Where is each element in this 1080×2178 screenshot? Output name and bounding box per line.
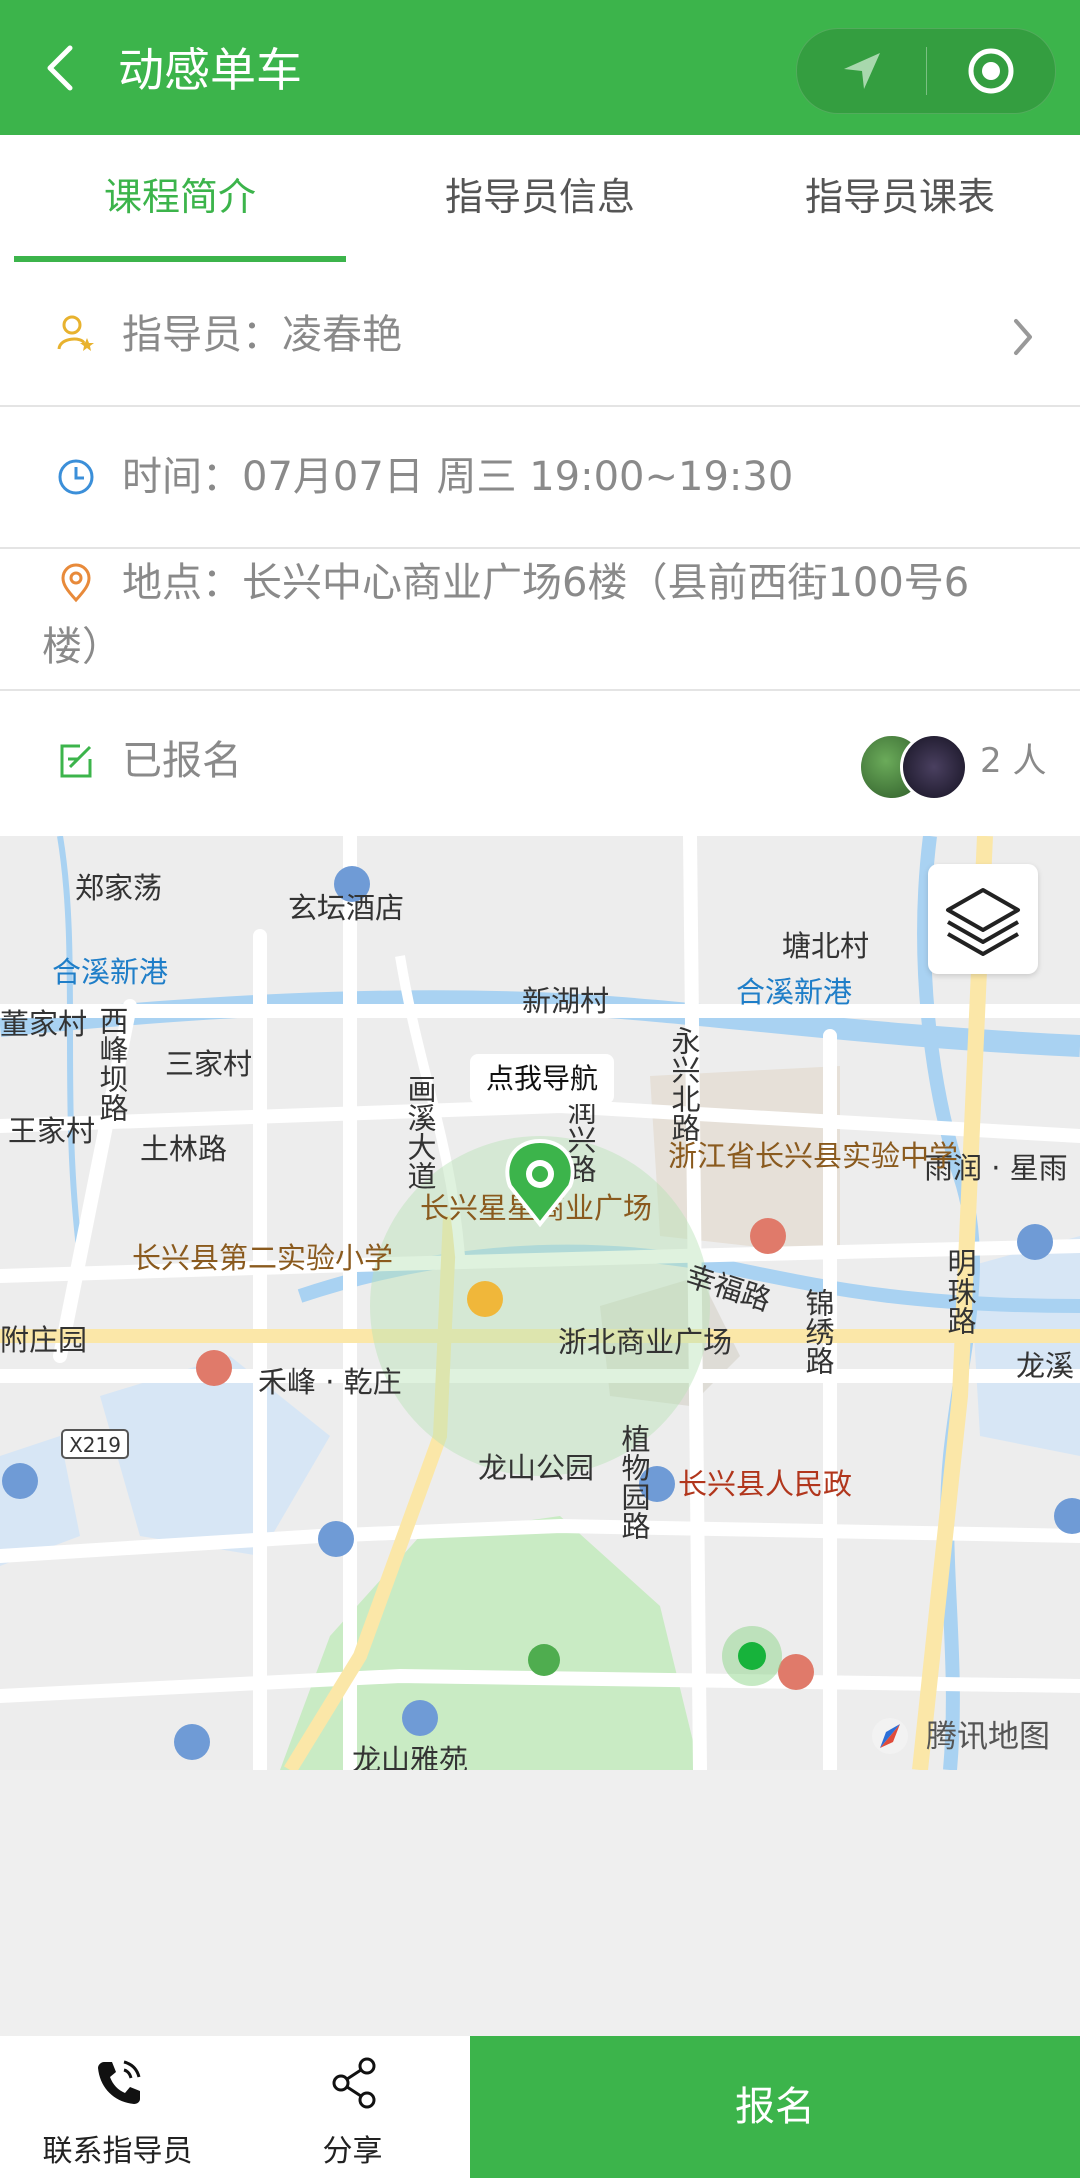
registered-count: 2 人 xyxy=(980,741,1047,781)
tab-bar: 课程简介 指导员信息 指导员课表 xyxy=(0,135,1080,265)
chevron-right-icon xyxy=(1014,319,1032,355)
active-tab-indicator xyxy=(14,256,346,262)
map-label: 附庄园 xyxy=(0,1323,87,1357)
map-label: 长兴县第二实验小学 xyxy=(132,1241,393,1275)
map-label: X219 xyxy=(69,1433,121,1457)
location-arrow-icon xyxy=(843,53,880,89)
instructor-row[interactable]: 指导员：凌春艳 xyxy=(0,265,1080,405)
tab-instructor-info[interactable]: 指导员信息 xyxy=(360,135,720,265)
map-label: 龙山雅苑 xyxy=(352,1743,468,1770)
avatar xyxy=(900,733,968,801)
map-canvas: 郑家荡 玄坛酒店 塘北村 新湖村 董家村 三家村 王家村 土林路 雨润 · 星雨… xyxy=(0,836,1080,1770)
map-label: 董家村 xyxy=(0,1007,87,1041)
target-icon xyxy=(968,48,1013,94)
map-label: 郑家荡 xyxy=(75,871,162,905)
map-view[interactable]: 郑家荡 玄坛酒店 塘北村 新湖村 董家村 三家村 王家村 土林路 雨润 · 星雨… xyxy=(0,836,1080,1770)
map-label: 锦绣路 xyxy=(801,1288,835,1375)
map-label: 永兴北路 xyxy=(667,1026,701,1142)
user-star-icon xyxy=(57,315,94,351)
instructor-name: 指导员：凌春艳 xyxy=(122,312,402,358)
tab-instructor-schedule[interactable]: 指导员课表 xyxy=(720,135,1080,265)
location-row: 地点：长兴中心商业广场6楼（县前西街100号6 楼） xyxy=(0,549,1080,689)
clock-icon xyxy=(58,459,94,495)
location-line-2: 楼） xyxy=(42,624,122,670)
share-label: 分享 xyxy=(322,2134,383,2169)
map-label: 长兴县人民政 xyxy=(678,1467,852,1501)
share-button[interactable]: 分享 xyxy=(235,2036,470,2178)
map-label: 明珠路 xyxy=(943,1248,977,1335)
map-label: 植物园路 xyxy=(617,1424,651,1540)
share-icon xyxy=(332,2057,376,2109)
map-label: 新湖村 xyxy=(522,984,609,1018)
contact-instructor-label: 联系指导员 xyxy=(42,2134,193,2169)
close-program-button[interactable] xyxy=(926,29,1055,113)
navigate-bubble: 点我导航 xyxy=(486,1062,598,1095)
map-label: 画溪大道 xyxy=(403,1074,437,1190)
registered-label: 已报名 xyxy=(122,738,242,784)
map-label: 合溪新港 xyxy=(52,955,168,989)
map-layers-button[interactable] xyxy=(928,864,1038,974)
map-label: 玄坛酒店 xyxy=(288,891,404,925)
title-bar: 动感单车 xyxy=(0,0,1080,135)
chevron-left-icon xyxy=(47,45,73,91)
contact-instructor-button[interactable]: 联系指导员 xyxy=(0,2036,235,2178)
map-label: 塘北村 xyxy=(782,929,869,963)
time-row: 时间：07月07日 周三 19:00~19:30 xyxy=(0,407,1080,547)
location-line-1: 地点：长兴中心商业广场6楼（县前西街100号6 xyxy=(122,560,970,606)
layers-icon xyxy=(946,888,1020,956)
map-label: 浙江省长兴县实验中学 xyxy=(668,1139,958,1173)
mini-program-capsule xyxy=(796,28,1056,114)
edit-note-icon xyxy=(60,744,92,778)
page-title: 动感单车 xyxy=(118,43,302,97)
tab-course-intro[interactable]: 课程简介 xyxy=(0,135,360,265)
map-label: 三家村 xyxy=(165,1047,252,1081)
course-time: 时间：07月07日 周三 19:00~19:30 xyxy=(122,454,794,500)
location-button[interactable] xyxy=(797,29,926,113)
signup-button[interactable]: 报名 xyxy=(470,2036,1080,2178)
map-label: 龙山公园 xyxy=(478,1451,594,1485)
map-label: 王家村 xyxy=(8,1114,95,1148)
back-button[interactable] xyxy=(38,40,88,96)
map-label: 西峰坝路 xyxy=(95,1006,129,1122)
tencent-map-logo: 腾讯地图 xyxy=(926,1719,1050,1755)
map-label: 龙溪 xyxy=(1016,1349,1074,1383)
map-label: 禾峰 · 乾庄 xyxy=(258,1365,402,1399)
phone-icon xyxy=(98,2060,141,2104)
map-pin-icon xyxy=(61,563,91,603)
map-label: 合溪新港 xyxy=(736,975,852,1009)
map-label: 土林路 xyxy=(140,1132,227,1166)
map-label: 浙北商业广场 xyxy=(558,1325,732,1359)
